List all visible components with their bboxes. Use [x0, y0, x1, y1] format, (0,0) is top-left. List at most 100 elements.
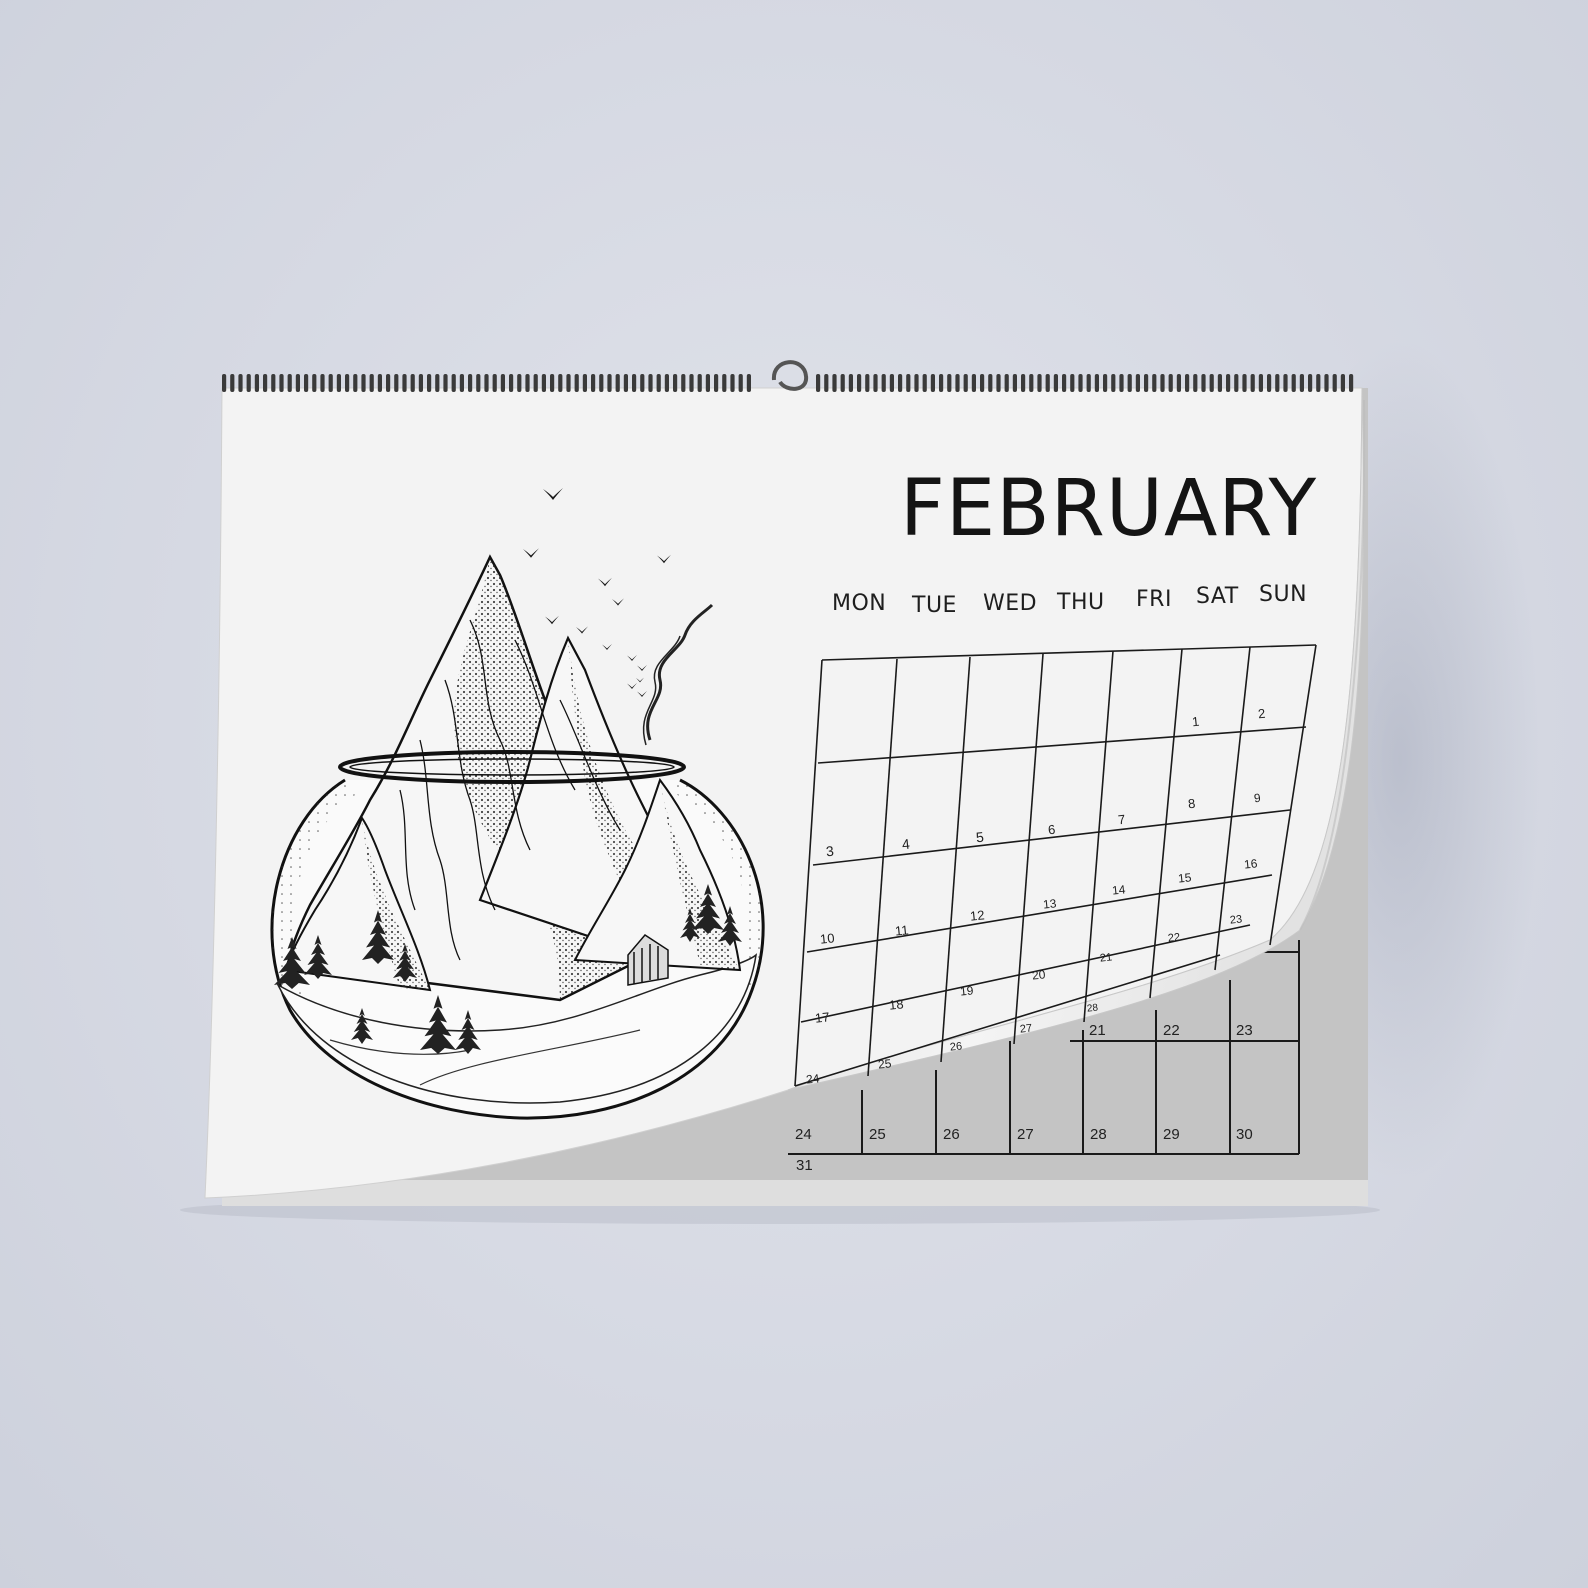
- front-date-number: 27: [1019, 1022, 1033, 1036]
- back-date-number: 28: [1090, 1126, 1107, 1143]
- spiral-coil: [947, 374, 952, 392]
- spiral-coil: [1308, 374, 1313, 392]
- spiral-coil: [1144, 374, 1149, 392]
- spiral-coil: [1234, 374, 1239, 392]
- spiral-coil: [1283, 374, 1288, 392]
- spiral-coil: [336, 374, 341, 392]
- spiral-coil: [889, 374, 894, 392]
- spiral-coil: [1299, 374, 1304, 392]
- spiral-coil: [1062, 374, 1067, 392]
- front-date-number: 24: [805, 1071, 821, 1087]
- spiral-coil: [1037, 374, 1042, 392]
- weekday-label: THU: [1057, 590, 1105, 615]
- front-date-number: 25: [877, 1056, 893, 1072]
- spiral-coil: [1267, 374, 1272, 392]
- back-date-number: 22: [1163, 1022, 1180, 1039]
- spiral-coil: [500, 374, 505, 392]
- front-date-number: 1: [1191, 713, 1200, 730]
- spiral-coil: [689, 374, 694, 392]
- front-date-number: 6: [1047, 821, 1056, 838]
- spiral-coil: [369, 374, 374, 392]
- spiral-coil: [394, 374, 399, 392]
- weekday-label: WED: [983, 591, 1038, 616]
- spiral-coil: [857, 374, 862, 392]
- front-date-number: 9: [1253, 790, 1262, 806]
- spiral-coil: [673, 374, 678, 392]
- front-date-number: 21: [1099, 951, 1113, 965]
- spiral-coil: [1209, 374, 1214, 392]
- weekday-label: TUE: [912, 593, 957, 618]
- spiral-coil: [1242, 374, 1247, 392]
- spiral-coil: [517, 374, 522, 392]
- spiral-coil: [509, 374, 514, 392]
- front-date-number: 2: [1257, 705, 1266, 722]
- spiral-coil: [1176, 374, 1181, 392]
- spiral-coil: [1168, 374, 1173, 392]
- spiral-coil: [591, 374, 596, 392]
- weekday-label: FRI: [1136, 587, 1172, 612]
- spiral-coil: [1316, 374, 1321, 392]
- spiral-coil: [345, 374, 350, 392]
- spiral-coil: [632, 374, 637, 392]
- front-date-number: 16: [1243, 856, 1259, 872]
- spiral-coil: [1217, 374, 1222, 392]
- spiral-coil: [914, 374, 919, 392]
- spiral-coil: [1250, 374, 1255, 392]
- spiral-coil: [459, 374, 464, 392]
- spiral-coil: [955, 374, 960, 392]
- spiral-coil: [623, 374, 628, 392]
- spiral-coil: [1078, 374, 1083, 392]
- spiral-coil: [476, 374, 481, 392]
- spiral-coil: [222, 374, 227, 392]
- spiral-coil: [1160, 374, 1165, 392]
- spiral-coil: [873, 374, 878, 392]
- spiral-coil: [1185, 374, 1190, 392]
- spiral-coil: [525, 374, 530, 392]
- spiral-coil: [566, 374, 571, 392]
- front-date-number: 4: [901, 835, 911, 853]
- back-date-number: 31: [796, 1157, 813, 1174]
- spiral-coil: [402, 374, 407, 392]
- back-date-number: 27: [1017, 1126, 1034, 1143]
- spiral-coil: [615, 374, 620, 392]
- spiral-coil: [648, 374, 653, 392]
- spiral-coil: [271, 374, 276, 392]
- spiral-coil: [435, 374, 440, 392]
- spiral-coil: [443, 374, 448, 392]
- front-date-number: 17: [814, 1009, 831, 1026]
- front-date-number: 15: [1177, 870, 1193, 886]
- back-page-bottom-strip: [222, 1180, 1368, 1206]
- spiral-coil: [541, 374, 546, 392]
- front-date-number: 14: [1111, 882, 1127, 898]
- spiral-coil: [746, 374, 751, 392]
- back-date-number: 23: [1236, 1022, 1253, 1039]
- spiral-coil: [1291, 374, 1296, 392]
- spiral-coil: [353, 374, 358, 392]
- spiral-coil: [1332, 374, 1337, 392]
- spiral-coil: [865, 374, 870, 392]
- spiral-coil: [640, 374, 645, 392]
- spiral-coil: [922, 374, 927, 392]
- spiral-coil: [1070, 374, 1075, 392]
- spiral-coil: [574, 374, 579, 392]
- back-date-number: 21: [1089, 1022, 1106, 1039]
- spiral-coil: [1103, 374, 1108, 392]
- spiral-coil: [1119, 374, 1124, 392]
- spiral-coil: [705, 374, 710, 392]
- spiral-coil: [980, 374, 985, 392]
- front-date-number: 10: [819, 930, 836, 947]
- spiral-coil: [320, 374, 325, 392]
- spiral-coil: [312, 374, 317, 392]
- front-date-number: 13: [1042, 896, 1058, 912]
- spiral-coil: [697, 374, 702, 392]
- front-date-number: 28: [1086, 1002, 1099, 1015]
- spiral-coil: [898, 374, 903, 392]
- spiral-coil: [230, 374, 235, 392]
- calendar-artwork: [180, 340, 1540, 1224]
- weekday-label: SAT: [1196, 584, 1239, 609]
- spiral-coil: [1135, 374, 1140, 392]
- spiral-coil: [1029, 374, 1034, 392]
- front-date-number: 22: [1167, 931, 1181, 945]
- spiral-coil: [451, 374, 456, 392]
- front-date-number: 20: [1031, 967, 1047, 983]
